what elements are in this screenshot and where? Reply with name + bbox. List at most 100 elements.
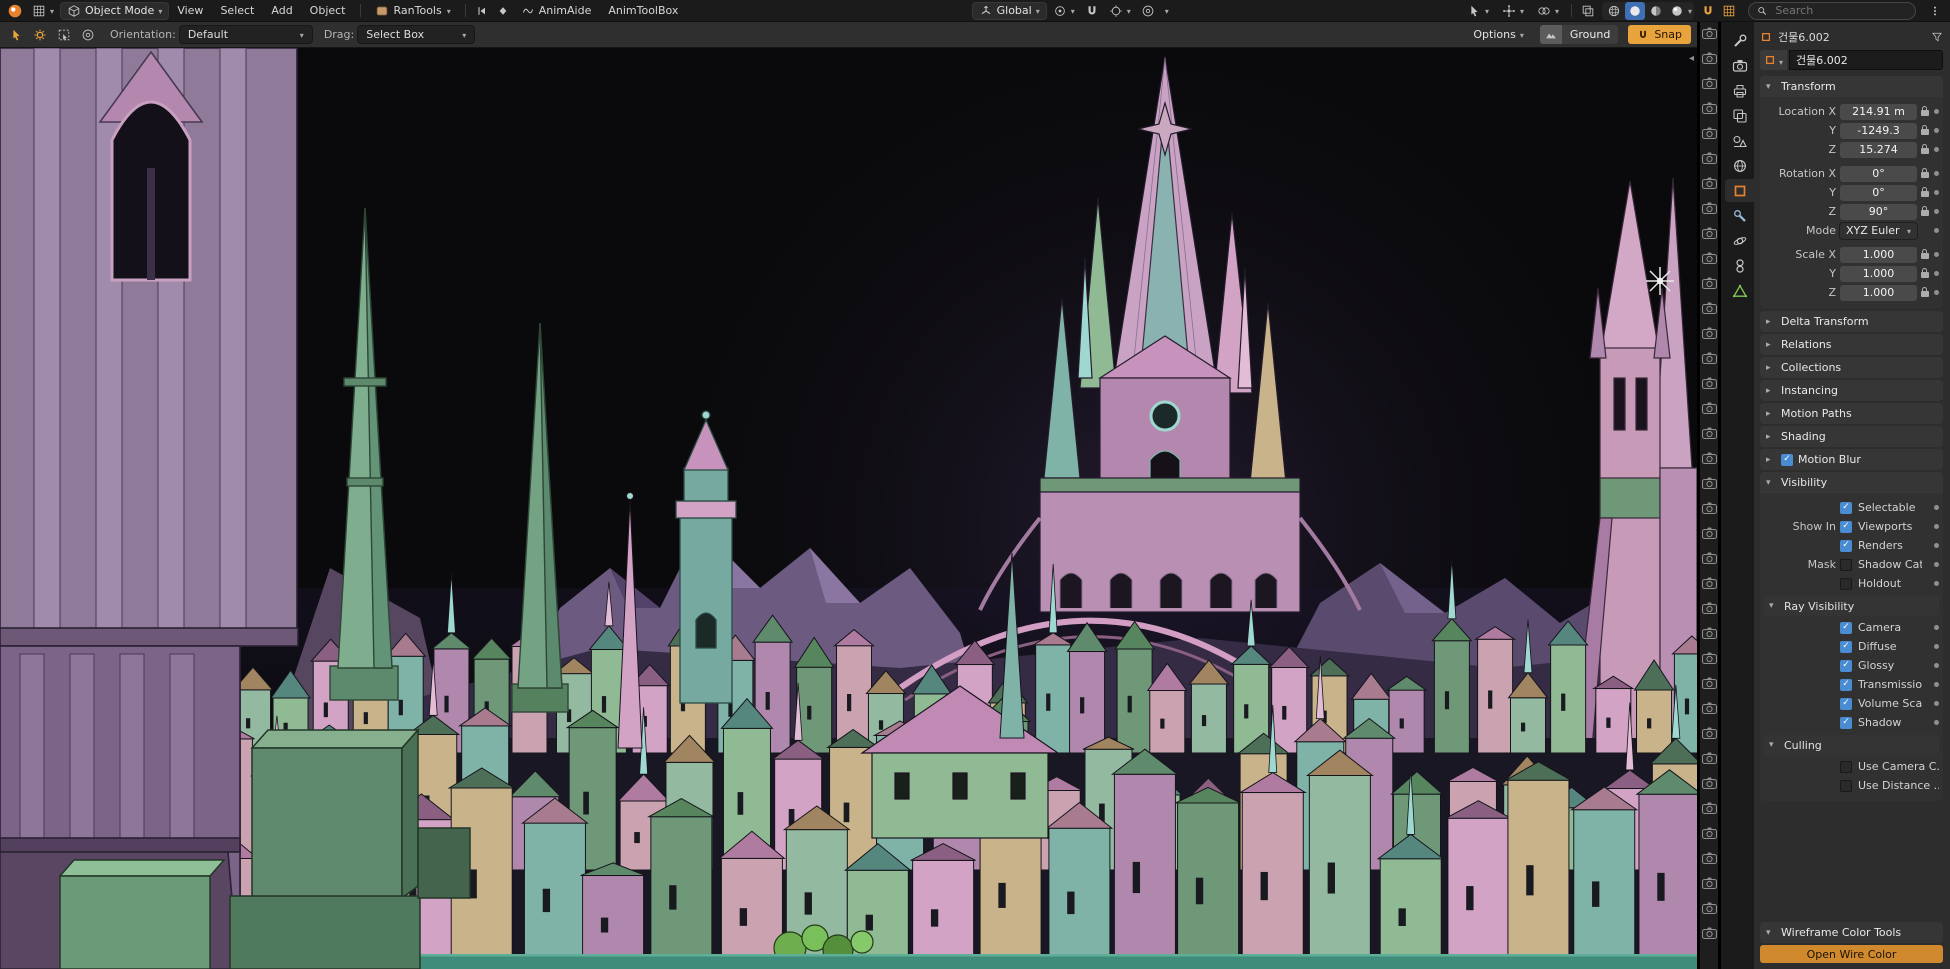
camera-icon[interactable]: [1702, 227, 1717, 239]
camera-icon[interactable]: [1702, 27, 1717, 39]
panel-header-visibility[interactable]: Visibility: [1760, 472, 1943, 493]
animate-dot[interactable]: [1934, 190, 1939, 195]
mode-selector[interactable]: Object Mode: [61, 3, 168, 19]
location-x-field[interactable]: 214.91 m: [1840, 104, 1917, 120]
transform-orientation-select[interactable]: Global: [973, 3, 1046, 19]
panel-header-transform[interactable]: Transform: [1760, 76, 1943, 97]
ray-volume-scatter-checkbox[interactable]: [1840, 698, 1852, 710]
lock-icon[interactable]: [1921, 187, 1930, 198]
animate-dot[interactable]: [1934, 228, 1939, 233]
object-name-input[interactable]: [1789, 50, 1943, 70]
camera-icon[interactable]: [1702, 452, 1717, 464]
tab-modifiers[interactable]: [1725, 204, 1754, 227]
animaide-menu[interactable]: AnimAide: [514, 2, 600, 19]
view-menu[interactable]: View: [169, 2, 211, 19]
shading-rendered-icon[interactable]: [1667, 2, 1687, 20]
camera-icon[interactable]: [1702, 502, 1717, 514]
tab-object-properties[interactable]: [1725, 179, 1754, 202]
ray-transmission-checkbox[interactable]: [1840, 679, 1852, 691]
ray-shadow-checkbox[interactable]: [1840, 717, 1852, 729]
select-box-tool-icon[interactable]: [54, 26, 74, 44]
editor-type-button[interactable]: [26, 3, 60, 19]
camera-icon[interactable]: [1702, 552, 1717, 564]
snap-toggle-icon[interactable]: [1698, 2, 1718, 20]
camera-icon[interactable]: [1702, 677, 1717, 689]
ground-toggle[interactable]: Ground: [1540, 25, 1618, 44]
animate-dot[interactable]: [1934, 562, 1939, 567]
lock-icon[interactable]: [1921, 249, 1930, 260]
camera-icon[interactable]: [1702, 377, 1717, 389]
ray-camera-checkbox[interactable]: [1840, 622, 1852, 634]
lock-icon[interactable]: [1921, 268, 1930, 279]
camera-icon[interactable]: [1702, 327, 1717, 339]
search-input[interactable]: [1773, 3, 1907, 18]
camera-icon[interactable]: [1702, 627, 1717, 639]
camera-icon[interactable]: [1702, 527, 1717, 539]
animate-dot[interactable]: [1934, 625, 1939, 630]
camera-icon[interactable]: [1702, 577, 1717, 589]
animate-dot[interactable]: [1934, 171, 1939, 176]
animate-dot[interactable]: [1934, 663, 1939, 668]
rotation-y-field[interactable]: 0°: [1840, 185, 1917, 201]
xray-toggle-icon[interactable]: [1578, 2, 1598, 20]
animate-dot[interactable]: [1934, 128, 1939, 133]
use-camera-cull-checkbox[interactable]: [1840, 761, 1852, 773]
proportional-falloff-select[interactable]: [1159, 3, 1175, 18]
scale-x-field[interactable]: 1.000: [1840, 247, 1917, 263]
viewport-3d[interactable]: ◂: [0, 48, 1697, 969]
camera-icon[interactable]: [1702, 177, 1717, 189]
lock-icon[interactable]: [1921, 125, 1930, 136]
tab-tool[interactable]: [1725, 29, 1754, 52]
grid-toggle-icon[interactable]: [1719, 2, 1739, 20]
use-distance-cull-checkbox[interactable]: [1840, 780, 1852, 792]
tab-render[interactable]: [1725, 54, 1754, 77]
snap-magnet-icon[interactable]: [1082, 2, 1102, 20]
animtoolbox-menu[interactable]: AnimToolBox: [600, 2, 686, 19]
camera-icon[interactable]: [1702, 127, 1717, 139]
camera-icon[interactable]: [1702, 752, 1717, 764]
select-menu[interactable]: Select: [212, 2, 262, 19]
scale-z-field[interactable]: 1.000: [1840, 285, 1917, 301]
animate-dot[interactable]: [1934, 147, 1939, 152]
camera-icon[interactable]: [1702, 877, 1717, 889]
window-menu-icon[interactable]: [1925, 2, 1945, 20]
location-z-field[interactable]: 15.274: [1840, 142, 1917, 158]
active-tool-icon[interactable]: [6, 26, 26, 44]
keyframe-jump-icon[interactable]: [472, 2, 492, 20]
panel-header-collections[interactable]: Collections: [1760, 357, 1943, 378]
sidebar-toggle-arrow[interactable]: ◂: [1689, 53, 1694, 64]
holdout-checkbox[interactable]: [1840, 578, 1852, 590]
viewport-3d-scene[interactable]: [0, 48, 1697, 969]
subpanel-header-culling[interactable]: Culling: [1764, 735, 1939, 755]
camera-icon[interactable]: [1702, 402, 1717, 414]
camera-icon[interactable]: [1702, 777, 1717, 789]
orientation-dropdown[interactable]: Default: [180, 26, 312, 43]
camera-icon[interactable]: [1702, 727, 1717, 739]
animate-dot[interactable]: [1934, 581, 1939, 586]
renders-checkbox[interactable]: [1840, 540, 1852, 552]
camera-icon[interactable]: [1702, 602, 1717, 614]
filter-funnel-icon[interactable]: [1931, 31, 1943, 43]
animate-dot[interactable]: [1934, 109, 1939, 114]
shading-wireframe-icon[interactable]: [1604, 2, 1624, 20]
ray-glossy-checkbox[interactable]: [1840, 660, 1852, 672]
animate-dot[interactable]: [1934, 505, 1939, 510]
object-type-dropdown[interactable]: [1760, 50, 1787, 70]
camera-icon[interactable]: [1702, 352, 1717, 364]
blender-logo-icon[interactable]: [5, 2, 25, 20]
shading-solid-icon[interactable]: [1625, 2, 1645, 20]
animate-dot[interactable]: [1934, 543, 1939, 548]
object-menu[interactable]: Object: [302, 2, 354, 19]
camera-icon[interactable]: [1702, 902, 1717, 914]
snap-target-select[interactable]: [1103, 3, 1137, 19]
animate-dot[interactable]: [1934, 252, 1939, 257]
lock-icon[interactable]: [1921, 168, 1930, 179]
camera-icon[interactable]: [1702, 652, 1717, 664]
panel-header-wireframe-color-tools[interactable]: Wireframe Color Tools: [1760, 922, 1943, 943]
lock-icon[interactable]: [1921, 206, 1930, 217]
animate-dot[interactable]: [1934, 720, 1939, 725]
tab-view-layer[interactable]: [1725, 104, 1754, 127]
camera-icon[interactable]: [1702, 52, 1717, 64]
overlays-button[interactable]: [1531, 3, 1565, 19]
camera-icon[interactable]: [1702, 852, 1717, 864]
